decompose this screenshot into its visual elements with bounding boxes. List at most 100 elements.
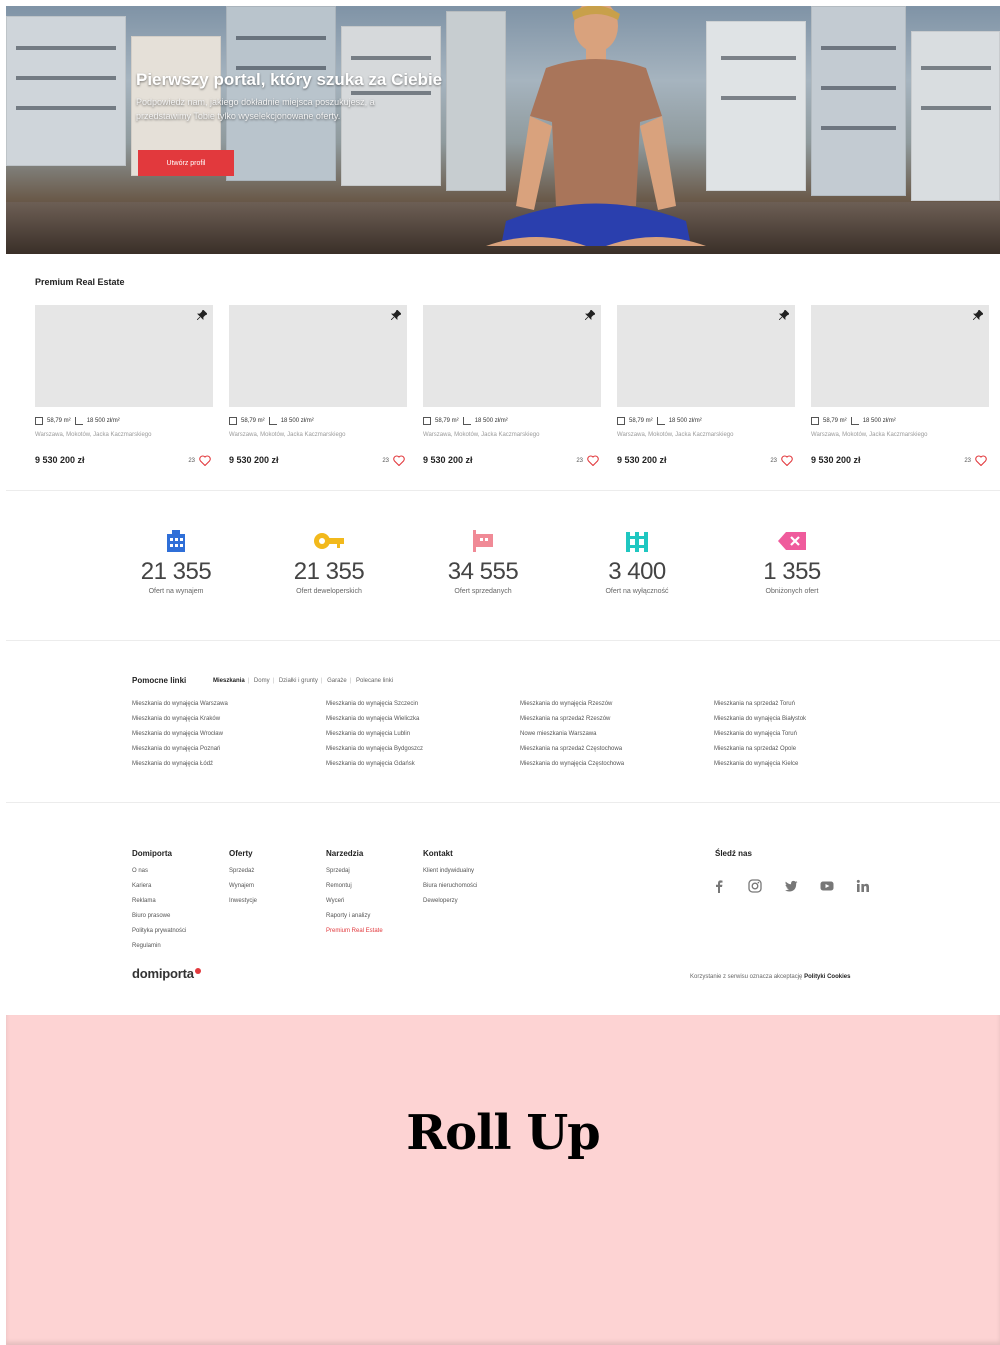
listing-image[interactable] <box>811 305 989 407</box>
instagram-icon[interactable] <box>748 879 762 893</box>
linkedin-icon[interactable] <box>856 879 870 893</box>
listing-area: 58,79 m² <box>47 418 71 424</box>
footer-link[interactable]: Deweloperzy <box>423 894 477 909</box>
tab-dzialki[interactable]: Działki i grunty <box>279 678 318 684</box>
footer-link[interactable]: Wyceń <box>326 894 383 909</box>
stat-sold[interactable]: 34 555 Ofert sprzedanych <box>418 530 548 595</box>
footer-link[interactable]: Kariera <box>132 879 186 894</box>
listing-meta: 58,79 m² 18 500 zł/m² <box>229 417 314 425</box>
helpful-link[interactable]: Mieszkania do wynajęcia Gdańsk <box>326 757 516 772</box>
twitter-icon[interactable] <box>784 879 798 893</box>
heart-icon[interactable] <box>393 455 405 466</box>
links-column: Mieszkania do wynajęcia Warszawa Mieszka… <box>132 697 322 772</box>
footer-link[interactable]: Remontuj <box>326 879 383 894</box>
pin-icon[interactable] <box>973 310 983 320</box>
footer-link[interactable]: Biura nieruchomości <box>423 879 477 894</box>
footer-link[interactable]: Raporty i analizy <box>326 909 383 924</box>
create-profile-button[interactable]: Utwórz profil <box>138 150 234 176</box>
likes-count: 23 <box>188 457 195 464</box>
listing-address: Warszawa, Mokotów, Jacka Kaczmarskiego <box>229 432 346 438</box>
footer-link[interactable]: Wynajem <box>229 879 257 894</box>
heart-icon[interactable] <box>781 455 793 466</box>
listing-meta: 58,79 m² 18 500 zł/m² <box>35 417 120 425</box>
listing-likes[interactable]: 23 <box>964 455 987 466</box>
tab-domy[interactable]: Domy <box>254 678 270 684</box>
domiporta-logo[interactable]: domiporta <box>132 966 201 981</box>
footer-link[interactable]: Biuro prasowe <box>132 909 186 924</box>
stat-reduced[interactable]: 1 355 Obniżonych ofert <box>727 530 857 595</box>
helpful-link[interactable]: Mieszkania do wynajęcia Toruń <box>714 727 904 742</box>
tab-mieszkania[interactable]: Mieszkania <box>213 678 245 684</box>
heart-icon[interactable] <box>199 455 211 466</box>
stat-label: Ofert deweloperskich <box>296 588 362 595</box>
helpful-link[interactable]: Mieszkania do wynajęcia Bydgoszcz <box>326 742 516 757</box>
footer-column-oferty: Oferty Sprzedaż Wynajem Inwestycje <box>229 849 257 909</box>
cookie-policy-link[interactable]: Polityki Cookies <box>804 974 850 980</box>
helpful-link[interactable]: Mieszkania do wynajęcia Kraków <box>132 712 322 727</box>
listing-likes[interactable]: 23 <box>188 455 211 466</box>
listing-card[interactable]: 58,79 m² 18 500 zł/m² Warszawa, Mokotów,… <box>229 305 407 475</box>
youtube-icon[interactable] <box>820 879 834 893</box>
logo-text: domiporta <box>132 966 194 981</box>
helpful-link[interactable]: Mieszkania do wynajęcia Lublin <box>326 727 516 742</box>
footer-link-premium[interactable]: Premium Real Estate <box>326 924 383 939</box>
logo-pin-icon <box>194 968 201 974</box>
heart-icon[interactable] <box>587 455 599 466</box>
links-column: Mieszkania do wynajęcia Rzeszów Mieszkan… <box>520 697 710 772</box>
footer-link[interactable]: Reklama <box>132 894 186 909</box>
stat-rentals[interactable]: 21 355 Ofert na wynajem <box>111 530 241 595</box>
footer-column-domiporta: Domiporta O nas Kariera Reklama Biuro pr… <box>132 849 186 954</box>
listing-card[interactable]: 58,79 m² 18 500 zł/m² Warszawa, Mokotów,… <box>35 305 213 475</box>
helpful-link[interactable]: Mieszkania do wynajęcia Łódź <box>132 757 322 772</box>
helpful-link[interactable]: Mieszkania do wynajęcia Kielce <box>714 757 904 772</box>
helpful-links-title: Pomocne linki <box>132 676 187 685</box>
footer-column-title: Domiporta <box>132 849 172 858</box>
helpful-link[interactable]: Mieszkania do wynajęcia Wrocław <box>132 727 322 742</box>
helpful-link[interactable]: Mieszkania na sprzedaż Opole <box>714 742 904 757</box>
helpful-link[interactable]: Nowe mieszkania Warszawa <box>520 727 710 742</box>
listing-card[interactable]: 58,79 m² 18 500 zł/m² Warszawa, Mokotów,… <box>811 305 989 475</box>
stat-developer[interactable]: 21 355 Ofert deweloperskich <box>264 530 394 595</box>
tab-garaze[interactable]: Garaże <box>327 678 347 684</box>
helpful-link[interactable]: Mieszkania do wynajęcia Białystok <box>714 712 904 727</box>
cookie-notice: Korzystanie z serwisu oznacza akceptację… <box>690 974 850 980</box>
helpful-link[interactable]: Mieszkania na sprzedaż Toruń <box>714 697 904 712</box>
listing-likes[interactable]: 23 <box>770 455 793 466</box>
footer-link[interactable]: O nas <box>132 864 186 879</box>
footer-link[interactable]: Klient indywidualny <box>423 864 477 879</box>
pin-icon[interactable] <box>779 310 789 320</box>
listing-likes[interactable]: 23 <box>576 455 599 466</box>
footer-link[interactable]: Inwestycje <box>229 894 257 909</box>
stat-label: Ofert na wynajem <box>148 588 204 595</box>
likes-count: 23 <box>382 457 389 464</box>
hero-person-image <box>486 6 706 246</box>
helpful-link[interactable]: Mieszkania do wynajęcia Warszawa <box>132 697 322 712</box>
pin-icon[interactable] <box>585 310 595 320</box>
listing-card[interactable]: 58,79 m² 18 500 zł/m² Warszawa, Mokotów,… <box>617 305 795 475</box>
facebook-icon[interactable] <box>712 879 726 893</box>
helpful-link[interactable]: Mieszkania do wynajęcia Szczecin <box>326 697 516 712</box>
listing-image[interactable] <box>35 305 213 407</box>
listing-image[interactable] <box>423 305 601 407</box>
helpful-link[interactable]: Mieszkania do wynajęcia Poznań <box>132 742 322 757</box>
pin-icon[interactable] <box>197 310 207 320</box>
footer-link[interactable]: Sprzedaj <box>326 864 383 879</box>
listing-likes[interactable]: 23 <box>382 455 405 466</box>
stat-exclusive[interactable]: 3 400 Ofert na wyłączność <box>572 530 702 595</box>
heart-icon[interactable] <box>975 455 987 466</box>
pin-icon[interactable] <box>391 310 401 320</box>
roll-up-panel[interactable]: Roll Up <box>6 1015 1000 1345</box>
footer-link[interactable]: Sprzedaż <box>229 864 257 879</box>
helpful-link[interactable]: Mieszkania na sprzedaż Rzeszów <box>520 712 710 727</box>
section-divider <box>6 802 1000 803</box>
listing-image[interactable] <box>617 305 795 407</box>
listing-card[interactable]: 58,79 m² 18 500 zł/m² Warszawa, Mokotów,… <box>423 305 601 475</box>
footer-link[interactable]: Regulamin <box>132 939 186 954</box>
listing-image[interactable] <box>229 305 407 407</box>
helpful-link[interactable]: Mieszkania na sprzedaż Częstochowa <box>520 742 710 757</box>
helpful-link[interactable]: Mieszkania do wynajęcia Częstochowa <box>520 757 710 772</box>
helpful-link[interactable]: Mieszkania do wynajęcia Wieliczka <box>326 712 516 727</box>
footer-link[interactable]: Polityka prywatności <box>132 924 186 939</box>
tab-polecane[interactable]: Polecane linki <box>356 678 393 684</box>
helpful-link[interactable]: Mieszkania do wynajęcia Rzeszów <box>520 697 710 712</box>
